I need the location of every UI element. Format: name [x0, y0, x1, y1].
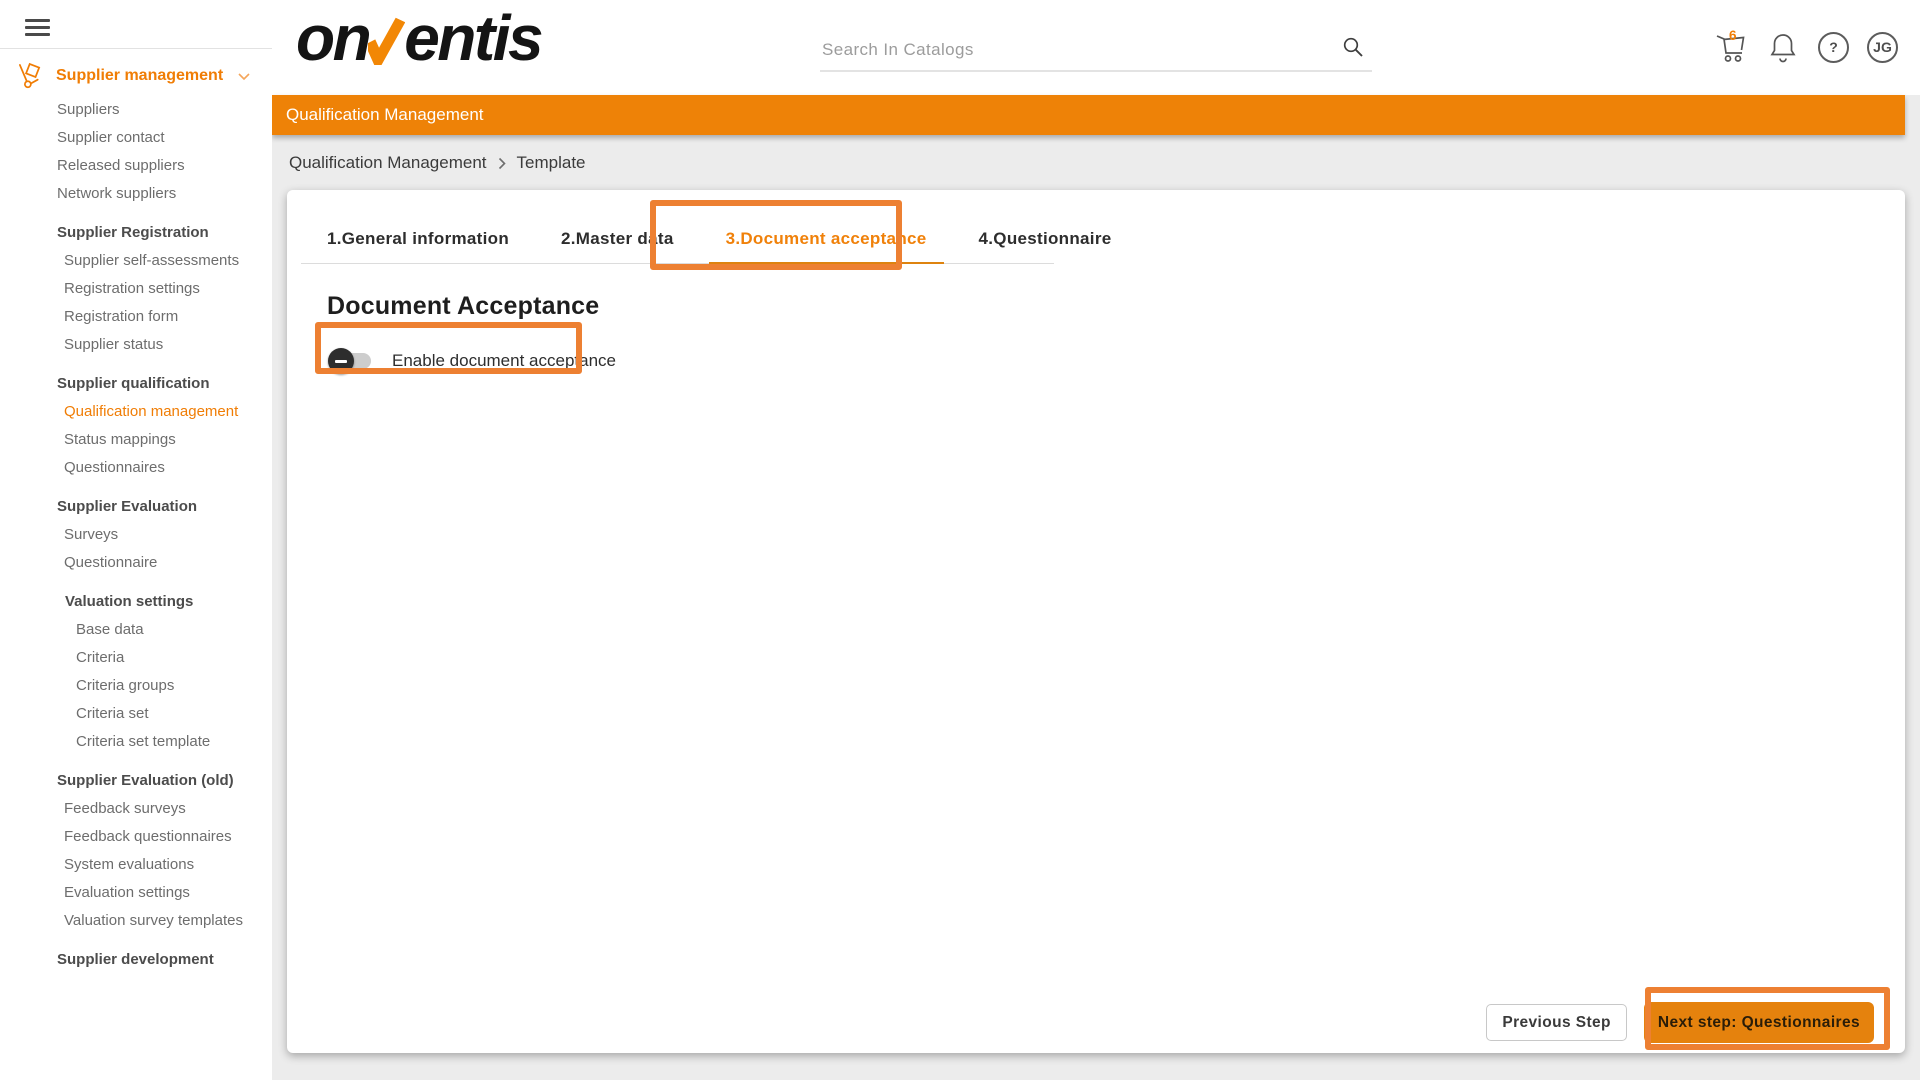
sidebar-item-registration-form[interactable]: Registration form — [0, 303, 272, 331]
next-step-button[interactable]: Next step: Questionnaires — [1644, 1002, 1874, 1043]
sidebar-item-feedback-questionnaires[interactable]: Feedback questionnaires — [0, 823, 272, 851]
page-title: Document Acceptance — [327, 292, 1905, 321]
cart-button[interactable]: 6 — [1714, 30, 1748, 64]
breadcrumb-current: Template — [517, 153, 586, 173]
chevron-right-icon — [498, 157, 506, 170]
sidebar: Supplier management Suppliers Supplier c… — [0, 0, 272, 1080]
wizard-footer: Previous Step Next step: Questionnaires — [1486, 1002, 1874, 1043]
sidebar-nav: Supplier management Suppliers Supplier c… — [0, 61, 272, 974]
tab-bar: 1.General information 2.Master data 3.Do… — [301, 190, 1054, 264]
toggle-thumb — [328, 348, 354, 374]
avatar-initials: JG — [1873, 39, 1892, 55]
sidebar-item-suppliers[interactable]: Suppliers — [0, 96, 272, 124]
tab-master-data[interactable]: 2.Master data — [535, 214, 700, 263]
sidebar-item-network-suppliers[interactable]: Network suppliers — [0, 180, 272, 208]
sidebar-item-questionnaires[interactable]: Questionnaires — [0, 454, 272, 482]
main-area: on entis — [272, 0, 1920, 1080]
previous-step-button[interactable]: Previous Step — [1486, 1004, 1627, 1041]
help-icon: ? — [1829, 39, 1838, 55]
sidebar-item-evaluation-settings[interactable]: Evaluation settings — [0, 879, 272, 907]
module-banner: Qualification Management — [272, 95, 1905, 135]
sidebar-item-label: Supplier management — [56, 67, 223, 85]
tab-general-information[interactable]: 1.General information — [301, 214, 535, 263]
hand-truck-icon — [16, 62, 43, 91]
tab-document-acceptance[interactable]: 3.Document acceptance — [700, 214, 953, 263]
sidebar-item-criteria-set[interactable]: Criteria set — [0, 700, 272, 728]
sidebar-item-feedback-surveys[interactable]: Feedback surveys — [0, 795, 272, 823]
hamburger-menu-icon[interactable] — [0, 0, 272, 49]
logo-text-entis: entis — [404, 6, 541, 70]
header-icons: 6 ? JG — [1714, 30, 1898, 64]
template-card: 1.General information 2.Master data 3.Do… — [287, 190, 1905, 1053]
enable-document-acceptance-row: Enable document acceptance — [331, 348, 1905, 374]
sidebar-item-criteria[interactable]: Criteria — [0, 644, 272, 672]
sidebar-section-valuation-settings: Valuation settings — [0, 588, 272, 616]
sidebar-section-supplier-registration: Supplier Registration — [0, 219, 272, 247]
sidebar-section-supplier-evaluation: Supplier Evaluation — [0, 493, 272, 521]
cart-badge: 6 — [1729, 28, 1737, 43]
onventis-logo[interactable]: on entis — [296, 6, 541, 70]
breadcrumb: Qualification Management Template — [272, 135, 1920, 190]
breadcrumb-parent[interactable]: Qualification Management — [289, 153, 487, 173]
module-banner-title: Qualification Management — [286, 105, 484, 124]
sidebar-list: Suppliers Supplier contact Released supp… — [0, 96, 272, 974]
sidebar-section-supplier-qualification: Supplier qualification — [0, 370, 272, 398]
app-window: Supplier management Suppliers Supplier c… — [0, 0, 1920, 1080]
sidebar-item-criteria-set-template[interactable]: Criteria set template — [0, 728, 272, 756]
sidebar-item-questionnaire[interactable]: Questionnaire — [0, 549, 272, 577]
sidebar-section-supplier-development: Supplier development — [0, 946, 272, 974]
sidebar-item-system-evaluations[interactable]: System evaluations — [0, 851, 272, 879]
search-input[interactable] — [820, 30, 1320, 70]
chevron-down-icon — [238, 73, 250, 81]
sidebar-item-supplier-management[interactable]: Supplier management — [0, 61, 272, 91]
sidebar-item-qualification-management[interactable]: Qualification management — [0, 398, 272, 426]
sidebar-item-supplier-contact[interactable]: Supplier contact — [0, 124, 272, 152]
sidebar-item-valuation-survey-templates[interactable]: Valuation survey templates — [0, 907, 272, 935]
sidebar-item-status-mappings[interactable]: Status mappings — [0, 426, 272, 454]
sidebar-item-base-data[interactable]: Base data — [0, 616, 272, 644]
search-icon[interactable] — [1342, 36, 1364, 58]
enable-document-acceptance-toggle[interactable] — [331, 353, 371, 369]
avatar[interactable]: JG — [1867, 32, 1898, 63]
topbar: on entis — [272, 0, 1920, 95]
toggle-label: Enable document acceptance — [392, 351, 616, 371]
sidebar-item-registration-settings[interactable]: Registration settings — [0, 275, 272, 303]
notifications-button[interactable] — [1766, 30, 1800, 64]
sidebar-item-surveys[interactable]: Surveys — [0, 521, 272, 549]
logo-check-icon — [368, 15, 405, 65]
sidebar-item-supplier-status[interactable]: Supplier status — [0, 331, 272, 359]
sidebar-item-criteria-groups[interactable]: Criteria groups — [0, 672, 272, 700]
tab-questionnaire[interactable]: 4.Questionnaire — [953, 214, 1138, 263]
sidebar-item-supplier-self-assessments[interactable]: Supplier self-assessments — [0, 247, 272, 275]
logo-text-on: on — [296, 6, 369, 70]
sidebar-item-released-suppliers[interactable]: Released suppliers — [0, 152, 272, 180]
bell-icon — [1767, 30, 1799, 64]
catalog-search — [820, 30, 1372, 72]
help-button[interactable]: ? — [1818, 32, 1849, 63]
sidebar-section-supplier-evaluation-old: Supplier Evaluation (old) — [0, 767, 272, 795]
